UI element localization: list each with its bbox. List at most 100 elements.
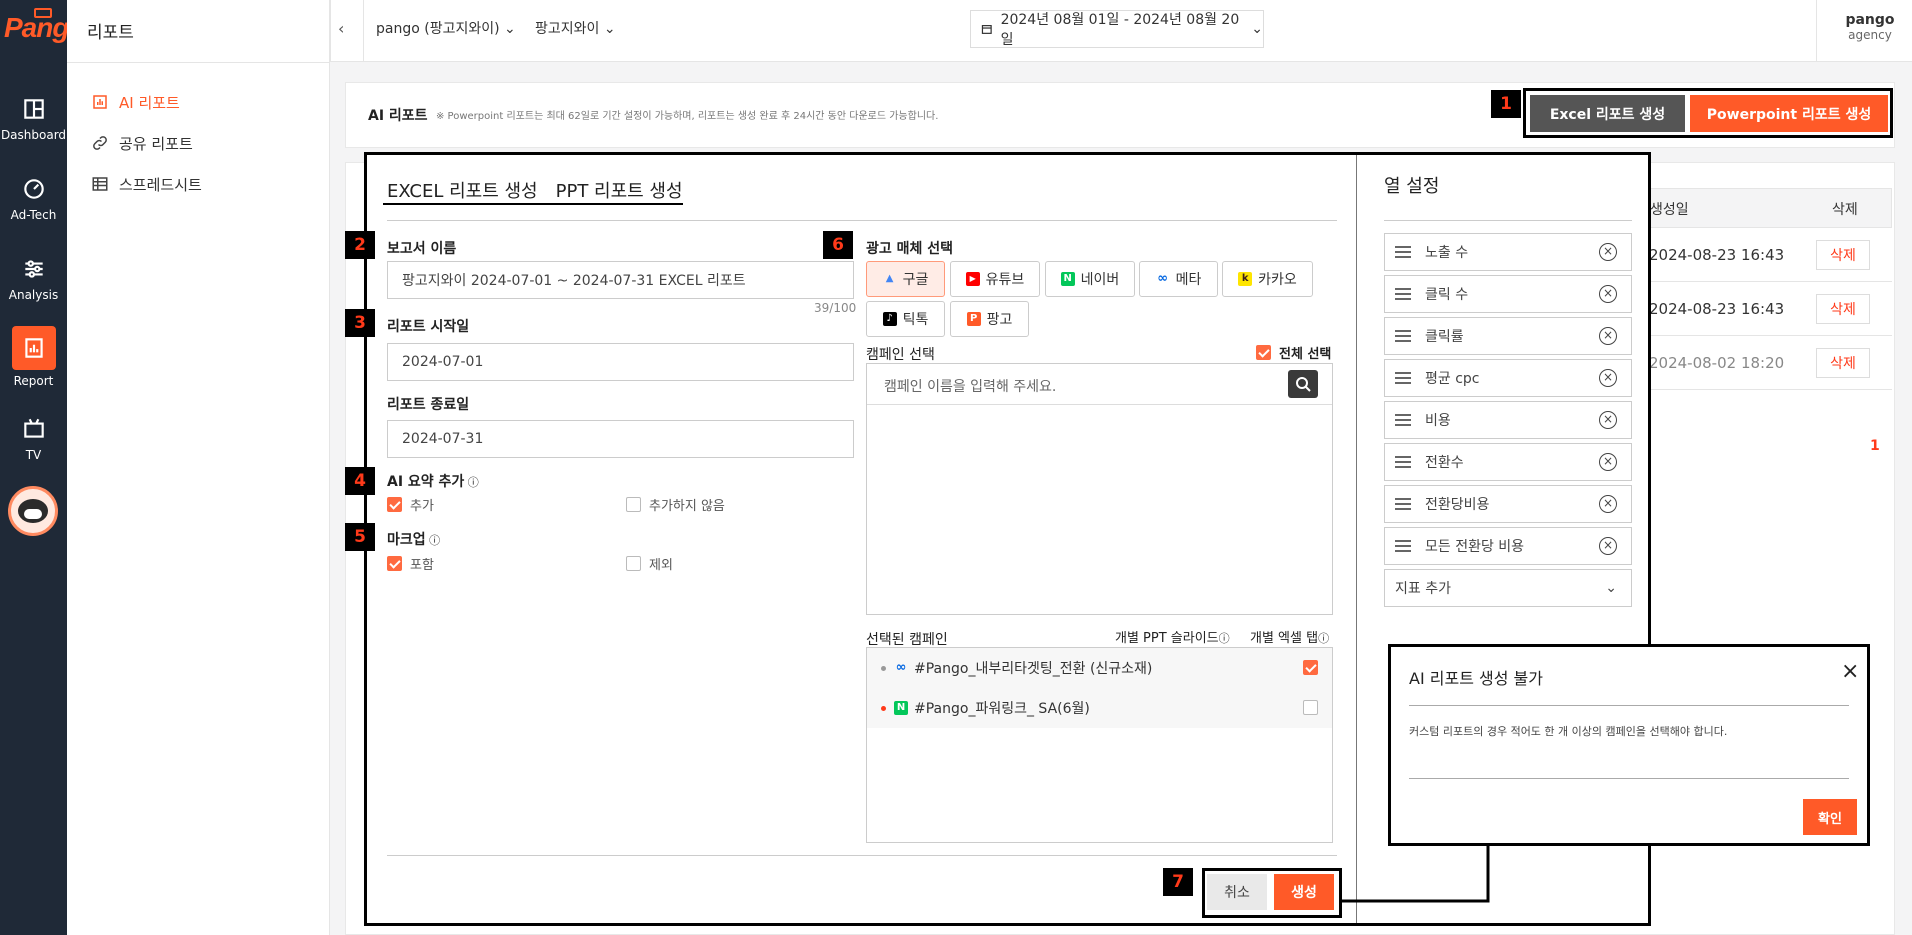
media-naver-button[interactable]: N 네이버 <box>1045 261 1135 297</box>
remove-icon[interactable]: × <box>1599 537 1617 555</box>
char-counter: 39/100 <box>814 301 857 315</box>
drag-handle-icon[interactable] <box>1395 498 1411 510</box>
column-item[interactable]: 비용 × <box>1384 401 1632 439</box>
subnav-item-spreadsheet[interactable]: 스프레드시트 <box>91 172 202 196</box>
media-label: 카카오 <box>1258 272 1297 288</box>
search-button[interactable] <box>1288 370 1318 398</box>
drag-handle-icon[interactable] <box>1395 540 1411 552</box>
drag-handle-icon[interactable] <box>1395 246 1411 258</box>
info-icon[interactable]: ⓘ <box>426 534 440 547</box>
remove-icon[interactable]: × <box>1599 369 1617 387</box>
powerpoint-report-button[interactable]: Powerpoint 리포트 생성 <box>1690 95 1888 132</box>
sub-navigation: 리포트 AI 리포트 공유 리포트 스프레드시트 <box>67 0 330 935</box>
created-date: 2024-08-23 16:43 <box>1649 246 1785 264</box>
collapse-chevron-left-icon[interactable]: ‹ <box>338 19 344 38</box>
drag-handle-icon[interactable] <box>1395 456 1411 468</box>
column-item[interactable]: 전환수 × <box>1384 443 1632 481</box>
drag-handle-icon[interactable] <box>1395 330 1411 342</box>
table-row: 2024-08-02 18:20 삭제 <box>1645 336 1892 390</box>
chevron-down-icon: ⌄ <box>1251 21 1263 37</box>
icon-rail: Pango Dashboard Ad-Tech Analysis Report … <box>0 0 86 935</box>
remove-icon[interactable]: × <box>1599 327 1617 345</box>
info-icon[interactable]: ⓘ <box>464 476 479 489</box>
excel-tab-checkbox[interactable] <box>1303 700 1318 715</box>
rail-item-analysis[interactable]: Analysis <box>0 252 67 320</box>
account-select[interactable]: pango (팡고지와이) ⌄ <box>376 18 516 38</box>
drag-handle-icon[interactable] <box>1395 288 1411 300</box>
column-item[interactable]: 클릭률 × <box>1384 317 1632 355</box>
section-title: 리포트 <box>87 23 134 43</box>
assistant-avatar[interactable] <box>8 486 58 536</box>
media-meta-button[interactable]: ∞ 메타 <box>1139 261 1218 297</box>
media-tiktok-button[interactable]: ♪ 틱톡 <box>866 301 945 337</box>
delete-button[interactable]: 삭제 <box>1816 240 1870 270</box>
subnav-label: 공유 리포트 <box>119 134 193 153</box>
pagination-page[interactable]: 1 <box>1870 438 1880 454</box>
rail-item-report[interactable]: Report <box>0 326 67 394</box>
column-item[interactable]: 전환당비용 × <box>1384 485 1632 523</box>
tab-ppt-report[interactable]: PPT 리포트 생성 <box>556 177 683 203</box>
remove-icon[interactable]: × <box>1599 495 1617 513</box>
select-all-label: 전체 선택 <box>1279 347 1332 362</box>
table-header: 생성일 삭제 <box>1645 188 1892 228</box>
top-bar: ‹ pango (팡고지와이) ⌄ 팡고지와이 ⌄ 2024년 08월 01일 … <box>330 0 1912 62</box>
column-label: 평균 cpc <box>1425 371 1480 387</box>
excel-report-button[interactable]: Excel 리포트 생성 <box>1530 95 1685 132</box>
divider <box>387 220 1337 221</box>
column-label: 노출 수 <box>1425 245 1469 261</box>
start-date-label: 리포트 시작일 <box>387 319 470 335</box>
rail-item-dashboard[interactable]: Dashboard <box>0 92 67 160</box>
meta-icon: ∞ <box>895 660 907 675</box>
divider <box>1356 155 1357 923</box>
status-dot <box>881 665 886 671</box>
media-kakao-button[interactable]: k 카카오 <box>1222 261 1313 297</box>
rail-item-tv[interactable]: TV <box>0 412 67 480</box>
column-label: 모든 전환당 비용 <box>1425 539 1525 555</box>
subnav-item-ai-report[interactable]: AI 리포트 <box>91 90 180 114</box>
advertiser-select[interactable]: 팡고지와이 ⌄ <box>535 18 616 38</box>
confirm-button[interactable]: 확인 <box>1803 799 1857 835</box>
markup-option-include[interactable]: 포함 <box>387 554 434 573</box>
excel-tab-checkbox[interactable] <box>1303 660 1318 675</box>
ai-option-add[interactable]: 추가 <box>387 495 434 514</box>
media-google-button[interactable]: ▲ 구글 <box>866 261 945 297</box>
create-button[interactable]: 생성 <box>1274 874 1334 910</box>
campaign-search-input[interactable]: 캠페인 이름을 입력해 주세요. <box>884 376 1056 396</box>
column-item[interactable]: 평균 cpc × <box>1384 359 1632 397</box>
modal-tabs: EXCEL 리포트 생성 PPT 리포트 생성 <box>387 177 683 203</box>
report-name-input[interactable]: 팡고지와이 2024-07-01 ~ 2024-07-31 EXCEL 리포트 <box>387 261 854 299</box>
markup-option-exclude[interactable]: 제외 <box>626 554 673 573</box>
media-pango-button[interactable]: P 팡고 <box>950 301 1029 337</box>
column-item[interactable]: 노출 수 × <box>1384 233 1632 271</box>
pango-logo[interactable]: Pango <box>4 8 86 48</box>
start-date-input[interactable]: 2024-07-01 <box>387 343 854 381</box>
created-date: 2024-08-02 18:20 <box>1649 354 1785 372</box>
remove-icon[interactable]: × <box>1599 285 1617 303</box>
add-metric-select[interactable]: 지표 추가 ⌄ <box>1384 569 1632 607</box>
date-range-picker[interactable]: 2024년 08월 01일 - 2024년 08월 20일 ⌄ <box>970 10 1264 48</box>
user-menu[interactable]: pango agency <box>1835 12 1905 42</box>
rail-item-adtech[interactable]: Ad-Tech <box>0 172 67 240</box>
divider <box>1409 705 1849 706</box>
column-item[interactable]: 모든 전환당 비용 × <box>1384 527 1632 565</box>
select-all-toggle[interactable]: 전체 선택 <box>1256 343 1331 362</box>
ai-option-none[interactable]: 추가하지 않음 <box>626 495 725 514</box>
column-item[interactable]: 클릭 수 × <box>1384 275 1632 313</box>
chevron-down-icon: ⌄ <box>1605 580 1617 596</box>
info-icon[interactable]: ⓘ <box>1318 632 1329 645</box>
subnav-item-shared-report[interactable]: 공유 리포트 <box>91 131 193 155</box>
tab-excel-report[interactable]: EXCEL 리포트 생성 <box>387 177 538 203</box>
delete-button[interactable]: 삭제 <box>1816 348 1870 378</box>
step-marker: 2 <box>345 231 375 259</box>
remove-icon[interactable]: × <box>1599 243 1617 261</box>
remove-icon[interactable]: × <box>1599 453 1617 471</box>
drag-handle-icon[interactable] <box>1395 372 1411 384</box>
drag-handle-icon[interactable] <box>1395 414 1411 426</box>
delete-button[interactable]: 삭제 <box>1816 294 1870 324</box>
cancel-button[interactable]: 취소 <box>1207 874 1267 910</box>
info-icon[interactable]: ⓘ <box>1219 632 1230 645</box>
close-icon[interactable]: × <box>1841 659 1859 684</box>
media-youtube-button[interactable]: ▶ 유튜브 <box>950 261 1040 297</box>
remove-icon[interactable]: × <box>1599 411 1617 429</box>
end-date-input[interactable]: 2024-07-31 <box>387 420 854 458</box>
